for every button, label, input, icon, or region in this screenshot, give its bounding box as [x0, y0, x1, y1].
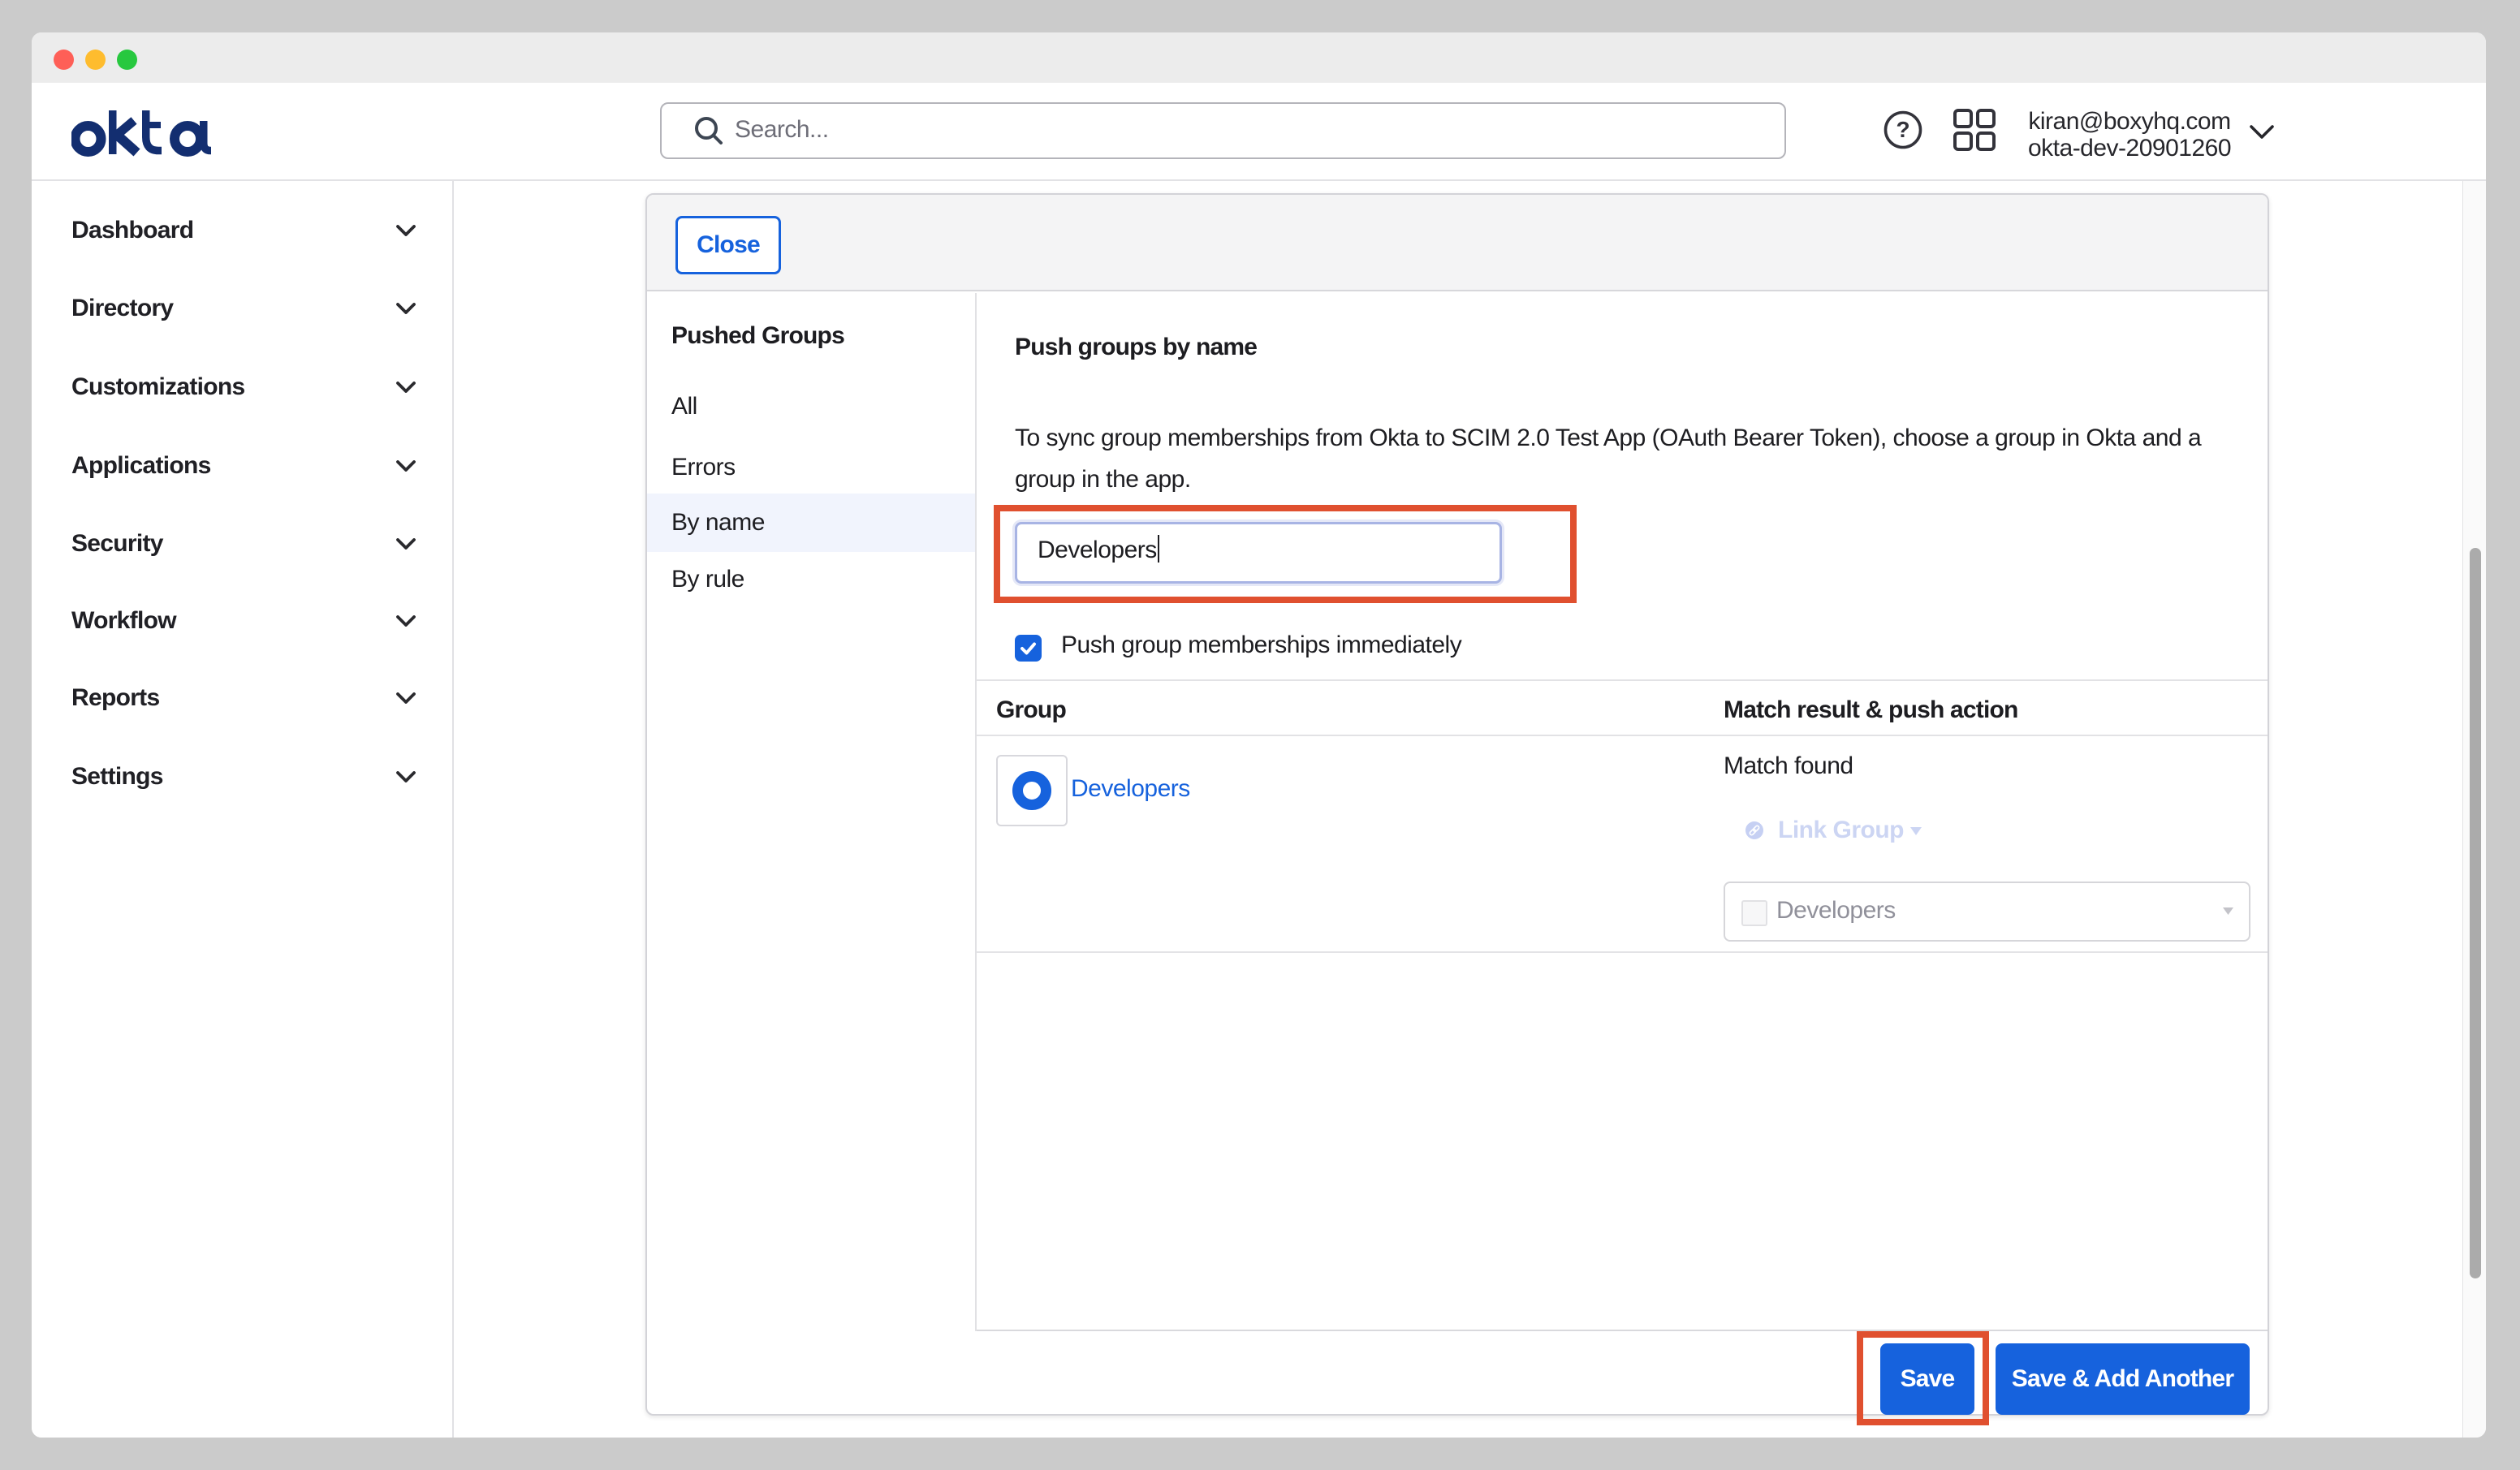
svg-text:?: ? [1896, 117, 1909, 142]
